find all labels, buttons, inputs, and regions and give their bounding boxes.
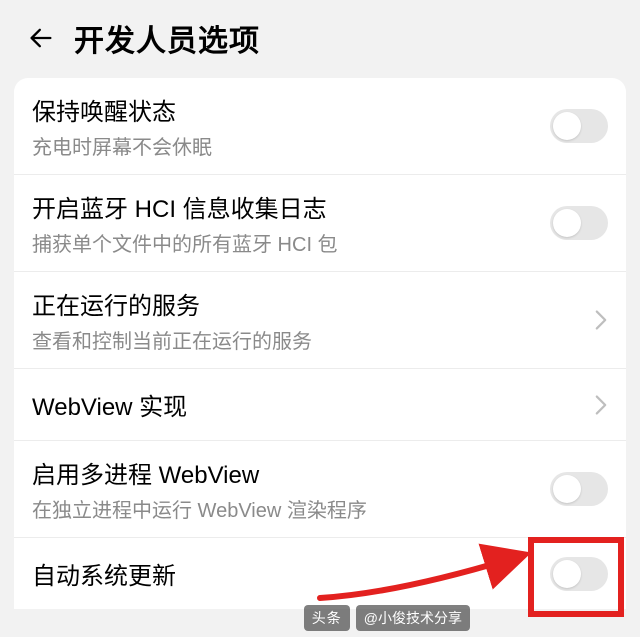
header: 开发人员选项 [0,0,640,78]
watermark-badge: 头条 [304,605,350,631]
item-bluetooth-hci[interactable]: 开启蓝牙 HCI 信息收集日志 捕获单个文件中的所有蓝牙 HCI 包 [14,175,626,272]
item-auto-system-update[interactable]: 自动系统更新 [14,538,626,609]
item-subtitle: 在独立进程中运行 WebView 渲染程序 [32,494,550,523]
item-subtitle: 捕获单个文件中的所有蓝牙 HCI 包 [32,228,550,257]
item-title: 启用多进程 WebView [32,455,550,490]
watermark: 头条 @小俊技术分享 [304,605,470,631]
page-title: 开发人员选项 [74,16,260,60]
toggle-stay-awake[interactable] [550,109,608,143]
item-text: 自动系统更新 [32,556,550,591]
item-running-services[interactable]: 正在运行的服务 查看和控制当前正在运行的服务 [14,272,626,369]
item-text: 正在运行的服务 查看和控制当前正在运行的服务 [32,286,594,354]
item-title: 正在运行的服务 [32,286,594,321]
item-title: WebView 实现 [32,387,594,422]
item-subtitle: 查看和控制当前正在运行的服务 [32,325,594,354]
item-subtitle: 充电时屏幕不会休眠 [32,131,550,160]
item-title: 保持唤醒状态 [32,92,550,127]
item-text: 保持唤醒状态 充电时屏幕不会休眠 [32,92,550,160]
item-multiprocess-webview[interactable]: 启用多进程 WebView 在独立进程中运行 WebView 渲染程序 [14,441,626,538]
watermark-text: @小俊技术分享 [356,605,470,631]
back-icon[interactable] [24,21,58,55]
chevron-right-icon [594,393,608,417]
settings-list: 保持唤醒状态 充电时屏幕不会休眠 开启蓝牙 HCI 信息收集日志 捕获单个文件中… [14,78,626,609]
item-stay-awake[interactable]: 保持唤醒状态 充电时屏幕不会休眠 [14,78,626,175]
chevron-right-icon [594,308,608,332]
item-webview-impl[interactable]: WebView 实现 [14,369,626,441]
item-text: 启用多进程 WebView 在独立进程中运行 WebView 渲染程序 [32,455,550,523]
item-text: 开启蓝牙 HCI 信息收集日志 捕获单个文件中的所有蓝牙 HCI 包 [32,189,550,257]
toggle-bluetooth-hci[interactable] [550,206,608,240]
toggle-multiprocess-webview[interactable] [550,472,608,506]
item-title: 自动系统更新 [32,556,550,591]
item-text: WebView 实现 [32,387,594,422]
toggle-auto-system-update[interactable] [550,557,608,591]
item-title: 开启蓝牙 HCI 信息收集日志 [32,189,550,224]
